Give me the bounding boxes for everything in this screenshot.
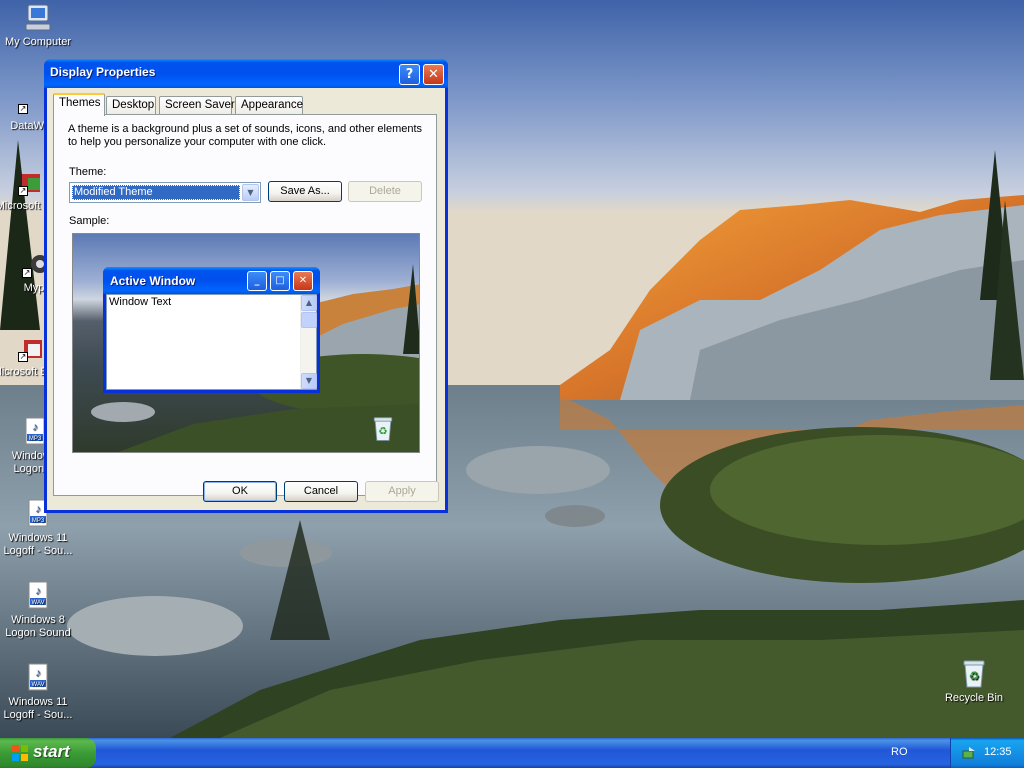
shortcut-icon: ↗ (14, 336, 46, 366)
themes-tab-panel: A theme is a background plus a set of so… (53, 114, 437, 496)
sample-window-title: Active Window (110, 274, 196, 288)
ok-button[interactable]: OK (203, 481, 277, 502)
shortcut-arrow-icon: ↗ (22, 268, 32, 278)
recycle-bin-icon: ♻ (963, 660, 985, 688)
svg-text:♪: ♪ (35, 503, 41, 515)
svg-text:♻: ♻ (378, 425, 387, 437)
desktop-icon-windows-11-logoff-wav[interactable]: ♪ WAV Windows 11 Logoff - Sou... (0, 662, 76, 722)
file-badge: MP3 (29, 436, 42, 442)
sample-window-body: Window Text ▲ ▼ (106, 294, 317, 390)
desktop-icon-label: Myp (23, 282, 45, 294)
svg-text:♪: ♪ (32, 421, 38, 433)
windows-logo-icon (12, 745, 28, 761)
window-title: Display Properties (50, 65, 156, 79)
svg-text:♻: ♻ (969, 669, 980, 683)
taskbar[interactable]: start RO 12:35 (0, 738, 1024, 768)
tab-desktop[interactable]: Desktop (106, 96, 156, 115)
tab-appearance[interactable]: Appearance (235, 96, 303, 115)
maximize-icon: □ (270, 271, 290, 291)
close-icon: ✕ (293, 271, 313, 291)
sample-label: Sample: (69, 215, 110, 227)
window-title-bar[interactable]: Display Properties ? ✕ (44, 59, 448, 88)
sample-window-text: Window Text (109, 296, 172, 308)
svg-text:♪: ♪ (35, 585, 41, 597)
desktop-icon-recycle-bin[interactable]: ♻ Recycle Bin (936, 658, 1012, 705)
chevron-down-icon[interactable]: ▼ (242, 184, 259, 201)
help-button[interactable]: ? (399, 64, 420, 85)
sample-scrollbar: ▲ ▼ (300, 295, 317, 389)
delete-button[interactable]: Delete (348, 181, 422, 202)
shortcut-arrow-icon: ↗ (18, 186, 28, 196)
scroll-up-icon: ▲ (301, 295, 317, 311)
sample-window-title-bar: Active Window _ □ ✕ (103, 267, 320, 294)
file-badge: WAV (32, 682, 45, 688)
minimize-icon: _ (247, 271, 267, 291)
theme-dropdown-value: Modified Theme (72, 185, 240, 200)
start-label: start (33, 742, 70, 761)
desktop-icon-windows-8-logon-sound[interactable]: ♪ WAV Windows 8 Logon Sound (0, 580, 76, 640)
tab-themes[interactable]: Themes (53, 93, 105, 116)
desktop-icon-label: My Computer (4, 36, 72, 48)
safely-remove-hardware-icon[interactable] (961, 745, 977, 761)
scroll-thumb (301, 312, 317, 328)
apply-button[interactable]: Apply (365, 481, 439, 502)
desktop-icon-label: Recycle Bin (944, 692, 1004, 704)
shortcut-icon: ↗ (14, 170, 46, 200)
theme-dropdown[interactable]: Modified Theme ▼ (69, 182, 261, 203)
theme-label: Theme: (69, 166, 107, 178)
themes-description: A theme is a background plus a set of so… (68, 123, 423, 148)
shortcut-icon: ↗ (14, 100, 46, 120)
tab-screen-saver[interactable]: Screen Saver (159, 96, 235, 115)
shortcut-arrow-icon: ↗ (18, 104, 28, 114)
clock[interactable]: 12:35 (984, 746, 1012, 758)
desktop-icon-label: Windows 11 Logoff - Sou... (3, 532, 73, 557)
audio-file-icon: ♪ WAV (28, 663, 48, 691)
desktop-icon-label: Windows 8 Logon Sound (5, 614, 71, 639)
svg-text:♪: ♪ (35, 667, 41, 679)
theme-sample-preview: Active Window _ □ ✕ Window Text ▲ ▼ ♻ (72, 233, 420, 453)
recycle-bin-icon: ♻ (373, 417, 393, 441)
file-badge: MP3 (32, 518, 45, 524)
save-as-button[interactable]: Save As... (268, 181, 342, 202)
cancel-button[interactable]: Cancel (284, 481, 358, 502)
scroll-down-icon: ▼ (301, 373, 317, 389)
desktop-icon-my-computer[interactable]: My Computer (0, 2, 76, 49)
language-indicator[interactable]: RO (891, 746, 908, 758)
file-badge: WAV (32, 600, 45, 606)
close-button[interactable]: ✕ (423, 64, 444, 85)
shortcut-arrow-icon: ↗ (18, 352, 28, 362)
system-tray: 12:35 (950, 738, 1024, 768)
start-button[interactable]: start (0, 738, 96, 768)
audio-file-icon: ♪ WAV (28, 581, 48, 609)
display-properties-window[interactable]: Display Properties ? ✕ Themes Desktop Sc… (44, 59, 448, 513)
sample-active-window: Active Window _ □ ✕ Window Text ▲ ▼ (103, 267, 320, 393)
desktop-icon-label: Windows 11 Logoff - Sou... (3, 696, 73, 721)
my-computer-icon (25, 4, 51, 31)
window-client-area: Themes Desktop Screen Saver Appearance A… (47, 88, 445, 510)
